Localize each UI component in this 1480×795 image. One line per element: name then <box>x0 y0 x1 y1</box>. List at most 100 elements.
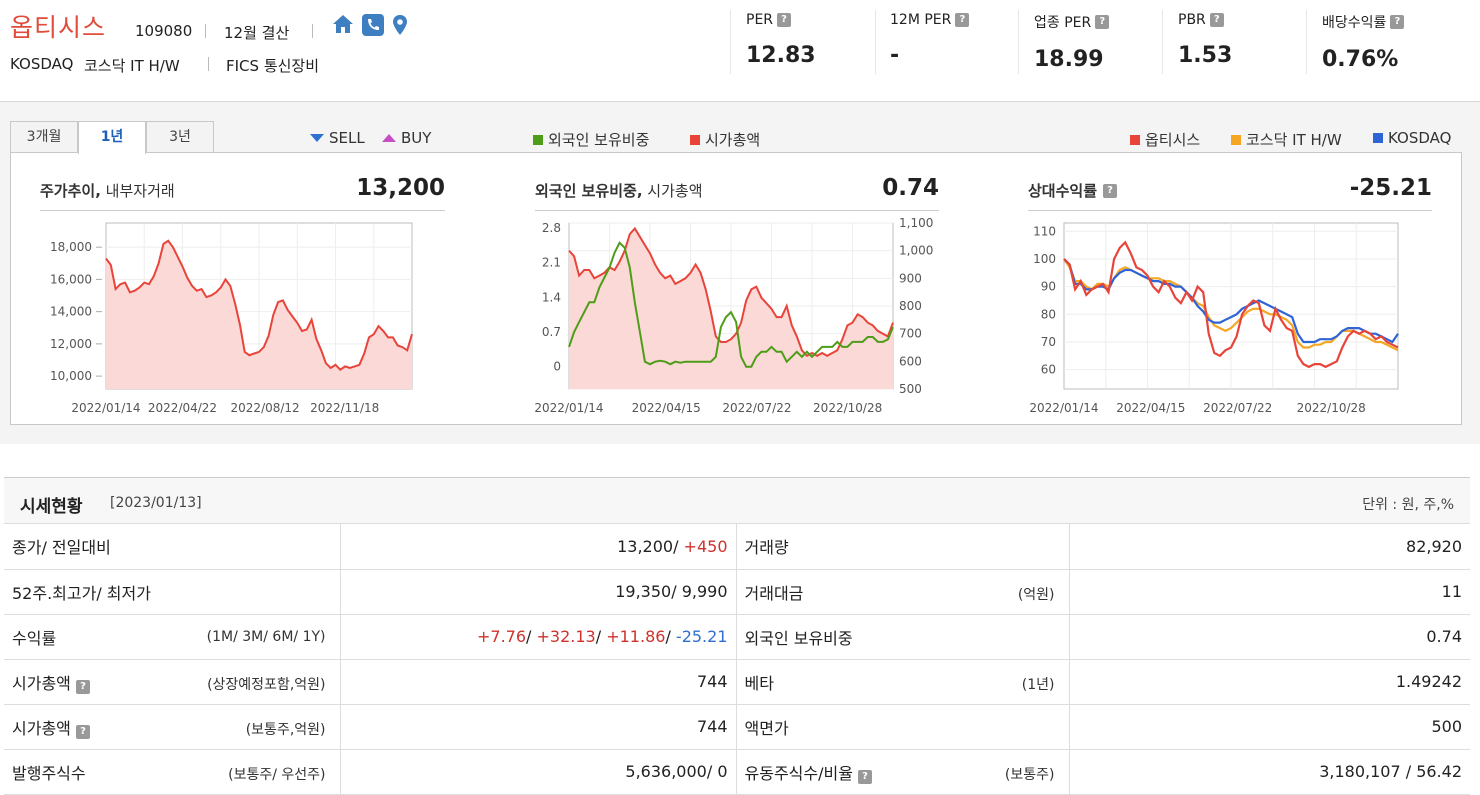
row-change: +450 <box>683 536 728 556</box>
legend-foreign-ratio: 외국인 보유비중 <box>533 129 649 150</box>
fics-sector[interactable]: FICS 통신장비 <box>226 55 319 76</box>
row-sublabel: (1년) <box>1021 676 1055 693</box>
help-icon[interactable]: ? <box>955 13 970 27</box>
row-label: 거래량 <box>744 538 789 558</box>
table-row: 종가/ 전일대비 13,200/ +450 거래량 82,920 <box>4 524 1470 570</box>
metric-label: PBR <box>1178 12 1206 28</box>
table-row: 시가총액 ? (보통주,억원) 744 액면가 500 <box>4 704 1470 750</box>
divider <box>730 10 731 74</box>
y-tick-label: 14,000 <box>50 305 92 319</box>
x-tick-label: 2022/01/14 <box>1029 401 1098 415</box>
y-right-tick-label: 1,100 <box>899 216 933 230</box>
y-tick-label: 70 <box>1041 335 1056 349</box>
y-left-tick-label: 1.4 <box>542 290 561 304</box>
metric-label: 12M PER <box>890 12 952 28</box>
tab-3-month[interactable]: 3개월 <box>10 121 78 153</box>
legend-sell: SELL <box>310 129 365 147</box>
help-icon[interactable]: ? <box>75 724 90 739</box>
metric-value: 12.83 <box>746 43 816 68</box>
y-left-tick-label: 2.8 <box>542 221 561 235</box>
home-icon[interactable] <box>332 14 354 40</box>
row-value: 744 <box>340 659 737 705</box>
metric-label: 업종 PER <box>1034 15 1092 31</box>
location-icon[interactable] <box>392 14 408 40</box>
x-tick-label: 2022/01/14 <box>534 401 603 415</box>
x-tick-label: 2022/10/28 <box>813 401 882 415</box>
x-tick-label: 2022/04/15 <box>632 401 701 415</box>
row-sublabel: (상장예정포함,억원) <box>207 676 326 693</box>
y-right-tick-label: 800 <box>899 299 922 313</box>
sector-name[interactable]: 코스닥 IT H/W <box>84 55 180 76</box>
foreign-ratio-chart[interactable]: 2.8 2.1 1.4 0.7 0 1,100 1,000 900 800 700 600 500 20… <box>525 215 945 420</box>
stock-header: 옵티시스 109080 12월 결산 KOSDAQ 코스닥 IT H/W FIC… <box>0 0 1480 102</box>
price-status-table: 종가/ 전일대비 13,200/ +450 거래량 82,920 52주.최고가… <box>4 524 1470 795</box>
phone-icon[interactable] <box>362 14 384 40</box>
company-name[interactable]: 옵티시스 <box>10 8 106 44</box>
x-tick-label: 2022/11/18 <box>310 401 379 415</box>
legend-optisys: 옵티시스 <box>1130 129 1200 150</box>
y-left-tick-label: 0.7 <box>542 325 561 339</box>
help-icon[interactable]: ? <box>1103 183 1118 198</box>
divider <box>208 57 209 71</box>
sell-triangle-icon <box>310 134 324 142</box>
returns-value: +7.76/ +32.13/ +11.86/ -25.21 <box>340 614 737 660</box>
table-row: 발행주식수 (보통주/ 우선주) 5,636,000/ 0 유동주식수/비율 ? (… <box>4 749 1470 795</box>
unit-label: 단위 : 원, 주,% <box>1362 497 1454 513</box>
row-sublabel: (억원) <box>1017 586 1055 603</box>
help-icon[interactable]: ? <box>858 769 873 784</box>
metric-value: - <box>890 43 900 68</box>
row-label: 액면가 <box>744 718 789 738</box>
help-icon[interactable]: ? <box>75 679 90 694</box>
y-tick-label: 60 <box>1041 363 1056 377</box>
row-label: 시가총액 <box>12 718 71 738</box>
row-sublabel: (보통주/ 우선주) <box>228 766 326 783</box>
y-left-tick-label: 2.1 <box>542 256 561 270</box>
price-trend-chart[interactable]: 18,000 16,000 14,000 12,000 10,000 2022/01/14… <box>30 215 450 420</box>
row-sublabel: (보통주,억원) <box>245 721 326 738</box>
y-tick-label: 18,000 <box>50 240 92 254</box>
y-tick-label: 100 <box>1033 252 1056 266</box>
tab-1-year[interactable]: 1년 <box>78 121 146 154</box>
divider <box>312 24 313 38</box>
legend-kosdaq: KOSDAQ <box>1373 129 1451 147</box>
y-tick-label: 80 <box>1041 307 1056 321</box>
row-label: 종가/ 전일대비 <box>12 538 111 558</box>
metric-industry-per: 업종 PER? 18.99 <box>1034 12 1110 72</box>
row-value: 1.49242 <box>1069 659 1470 705</box>
row-value: 500 <box>1069 704 1470 750</box>
legend-kosdaq-it-hw: 코스닥 IT H/W <box>1231 129 1342 150</box>
x-tick-label: 2022/10/28 <box>1297 401 1366 415</box>
panel-title-relative: 상대수익률? <box>1028 180 1118 201</box>
y-right-tick-label: 1,000 <box>899 244 933 258</box>
metric-pbr: PBR? 1.53 <box>1178 12 1232 68</box>
row-value: 11 <box>1069 569 1470 615</box>
x-tick-label: 2022/07/22 <box>1203 401 1272 415</box>
help-icon[interactable]: ? <box>1209 13 1224 27</box>
x-tick-label: 2022/01/14 <box>71 401 140 415</box>
table-row: 시가총액 ? (상장예정포함,억원) 744 베타 (1년) 1.49242 <box>4 659 1470 705</box>
section-title: 시세현황 <box>20 497 83 517</box>
help-icon[interactable]: ? <box>777 13 792 27</box>
y-tick-label: 12,000 <box>50 337 92 351</box>
row-value: 3,180,107 / 56.42 <box>1069 749 1470 795</box>
divider <box>205 24 206 38</box>
y-right-tick-label: 500 <box>899 382 922 396</box>
fiscal-month: 12월 결산 <box>224 24 290 42</box>
buy-triangle-icon <box>382 134 396 142</box>
row-value: 744 <box>340 704 737 750</box>
x-tick-label: 2022/07/22 <box>722 401 791 415</box>
row-label: 발행주식수 <box>12 763 86 783</box>
help-icon[interactable]: ? <box>1390 15 1405 29</box>
metric-value: 0.76% <box>1322 47 1399 72</box>
help-icon[interactable]: ? <box>1095 15 1110 29</box>
x-tick-label: 2022/04/15 <box>1116 401 1185 415</box>
divider <box>40 210 445 211</box>
row-value: 19,350/ 9,990 <box>340 569 737 615</box>
divider <box>1018 10 1019 74</box>
row-label: 외국인 보유비중 <box>744 628 853 648</box>
relative-return-chart[interactable]: 110 100 90 80 70 60 2022/01/14 2022/04/15 2022/0… <box>1020 215 1440 420</box>
tab-3-year[interactable]: 3년 <box>146 121 214 153</box>
x-tick-label: 2022/04/22 <box>148 401 217 415</box>
row-label: 수익률 <box>12 628 57 648</box>
row-label: 52주.최고가/ 최저가 <box>12 583 151 603</box>
